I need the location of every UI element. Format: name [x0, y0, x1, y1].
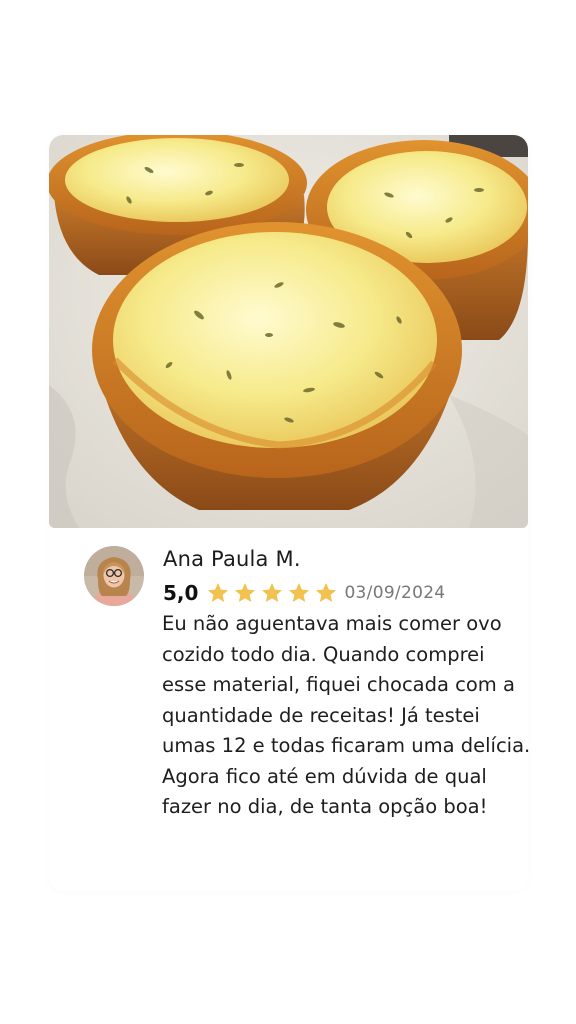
quiche-tartlets-photo: [49, 135, 528, 528]
star-icon: [289, 583, 310, 602]
review-date: 03/09/2024: [344, 583, 446, 603]
star-icon: [262, 583, 283, 602]
star-icon: [316, 583, 337, 602]
star-icon: [235, 583, 256, 602]
review-text: Eu não aguentava mais comer ovo cozido t…: [162, 612, 531, 818]
star-rating: [206, 581, 338, 605]
rating-score: 5,0: [163, 581, 199, 605]
reviewer-avatar: [84, 546, 144, 606]
rating-row: 5,0 03/09/2024: [163, 579, 445, 607]
star-icon: [208, 583, 229, 602]
reviewer-name: Ana Paula M.: [163, 547, 301, 571]
